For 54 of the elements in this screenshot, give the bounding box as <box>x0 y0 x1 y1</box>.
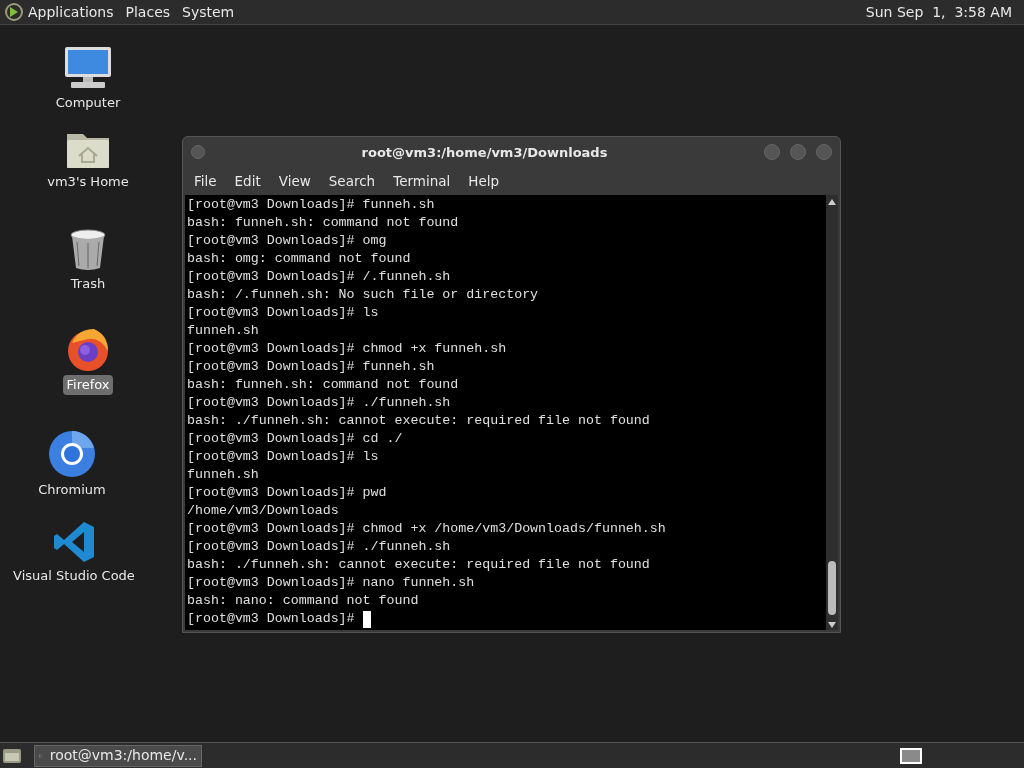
terminal-line: [root@vm3 Downloads]# chmod +x /home/vm3/Downloads/funneh.sh <box>187 520 666 538</box>
icon-label[interactable]: vm3's Home <box>44 172 132 192</box>
icon-label[interactable]: Chromium <box>35 480 109 500</box>
terminal-line: /home/vm3/Downloads <box>187 502 339 520</box>
menu-item[interactable]: Search <box>321 170 383 192</box>
monitor-icon <box>63 45 113 91</box>
terminal-line: bash: funneh.sh: command not found <box>187 214 459 232</box>
vscode-icon <box>52 520 96 564</box>
chromium-icon <box>48 430 96 478</box>
terminal-line: [root@vm3 Downloads]# nano funneh.sh <box>187 574 475 592</box>
terminal-line: [root@vm3 Downloads]# ls <box>187 448 379 466</box>
menu-item[interactable]: Help <box>461 170 507 192</box>
panel-menu[interactable]: Applications <box>28 1 114 23</box>
scroll-up-icon[interactable] <box>828 199 836 205</box>
workspace-switcher[interactable] <box>900 747 922 764</box>
clock[interactable]: Sun Sep 1, 3:58 AM <box>865 1 1020 23</box>
terminal-line: [root@vm3 Downloads]# omg <box>187 232 387 250</box>
terminal-line: bash: funneh.sh: command not found <box>187 376 459 394</box>
terminal-line: [root@vm3 Downloads]# chmod +x funneh.sh <box>187 340 507 358</box>
terminal-line: bash: ./funneh.sh: cannot execute: required file not found <box>187 556 650 574</box>
terminal-line: [root@vm3 Downloads]# /.funneh.sh <box>187 268 451 286</box>
menu-item[interactable]: View <box>271 170 318 192</box>
panel-menu[interactable]: System <box>182 1 235 23</box>
menu-item[interactable]: Edit <box>227 170 268 192</box>
trash-icon <box>69 228 107 272</box>
scrollbar-thumb[interactable] <box>828 561 836 615</box>
terminal-line: [root@vm3 Downloads]# ./funneh.sh <box>187 538 451 556</box>
terminal-line: bash: /.funneh.sh: No such file or directory <box>187 286 539 304</box>
terminal-line: [root@vm3 Downloads]# ./funneh.sh <box>187 394 451 412</box>
scrollbar[interactable] <box>826 195 838 630</box>
show-desktop-icon[interactable] <box>2 746 22 765</box>
window-title: root@vm3:/home/vm3/Downloads <box>361 145 608 160</box>
terminal-line: [root@vm3 Downloads]# funneh.sh <box>187 358 435 376</box>
terminal-line: [root@vm3 Downloads]# pwd <box>187 484 387 502</box>
terminal-line: bash: nano: command not found <box>187 592 419 610</box>
logo-icon[interactable] <box>4 2 24 22</box>
terminal-line: bash: ./funneh.sh: cannot execute: required file not found <box>187 412 650 430</box>
terminal-line: [root@vm3 Downloads]# funneh.sh <box>187 196 435 214</box>
icon-label[interactable]: Firefox <box>63 375 113 395</box>
terminal-line: funneh.sh <box>187 466 259 484</box>
scroll-down-icon[interactable] <box>828 622 836 628</box>
panel-menu[interactable]: Places <box>125 1 171 23</box>
terminal-line: [root@vm3 Downloads]# <box>187 610 356 628</box>
menu-item[interactable]: Terminal <box>386 170 458 192</box>
text-cursor <box>362 610 371 628</box>
icon-label[interactable]: Visual Studio Code <box>10 566 138 586</box>
taskbar-button[interactable]: root@vm3:/home/v... <box>34 744 202 767</box>
icon-label[interactable]: Computer <box>52 93 124 113</box>
icon-label[interactable]: Trash <box>67 274 109 294</box>
terminal-line: funneh.sh <box>187 322 259 340</box>
terminal-line: [root@vm3 Downloads]# ls <box>187 304 379 322</box>
terminal-line: [root@vm3 Downloads]# cd ./ <box>187 430 403 448</box>
menu-item[interactable]: File <box>187 170 224 192</box>
terminal-line: bash: omg: command not found <box>187 250 411 268</box>
